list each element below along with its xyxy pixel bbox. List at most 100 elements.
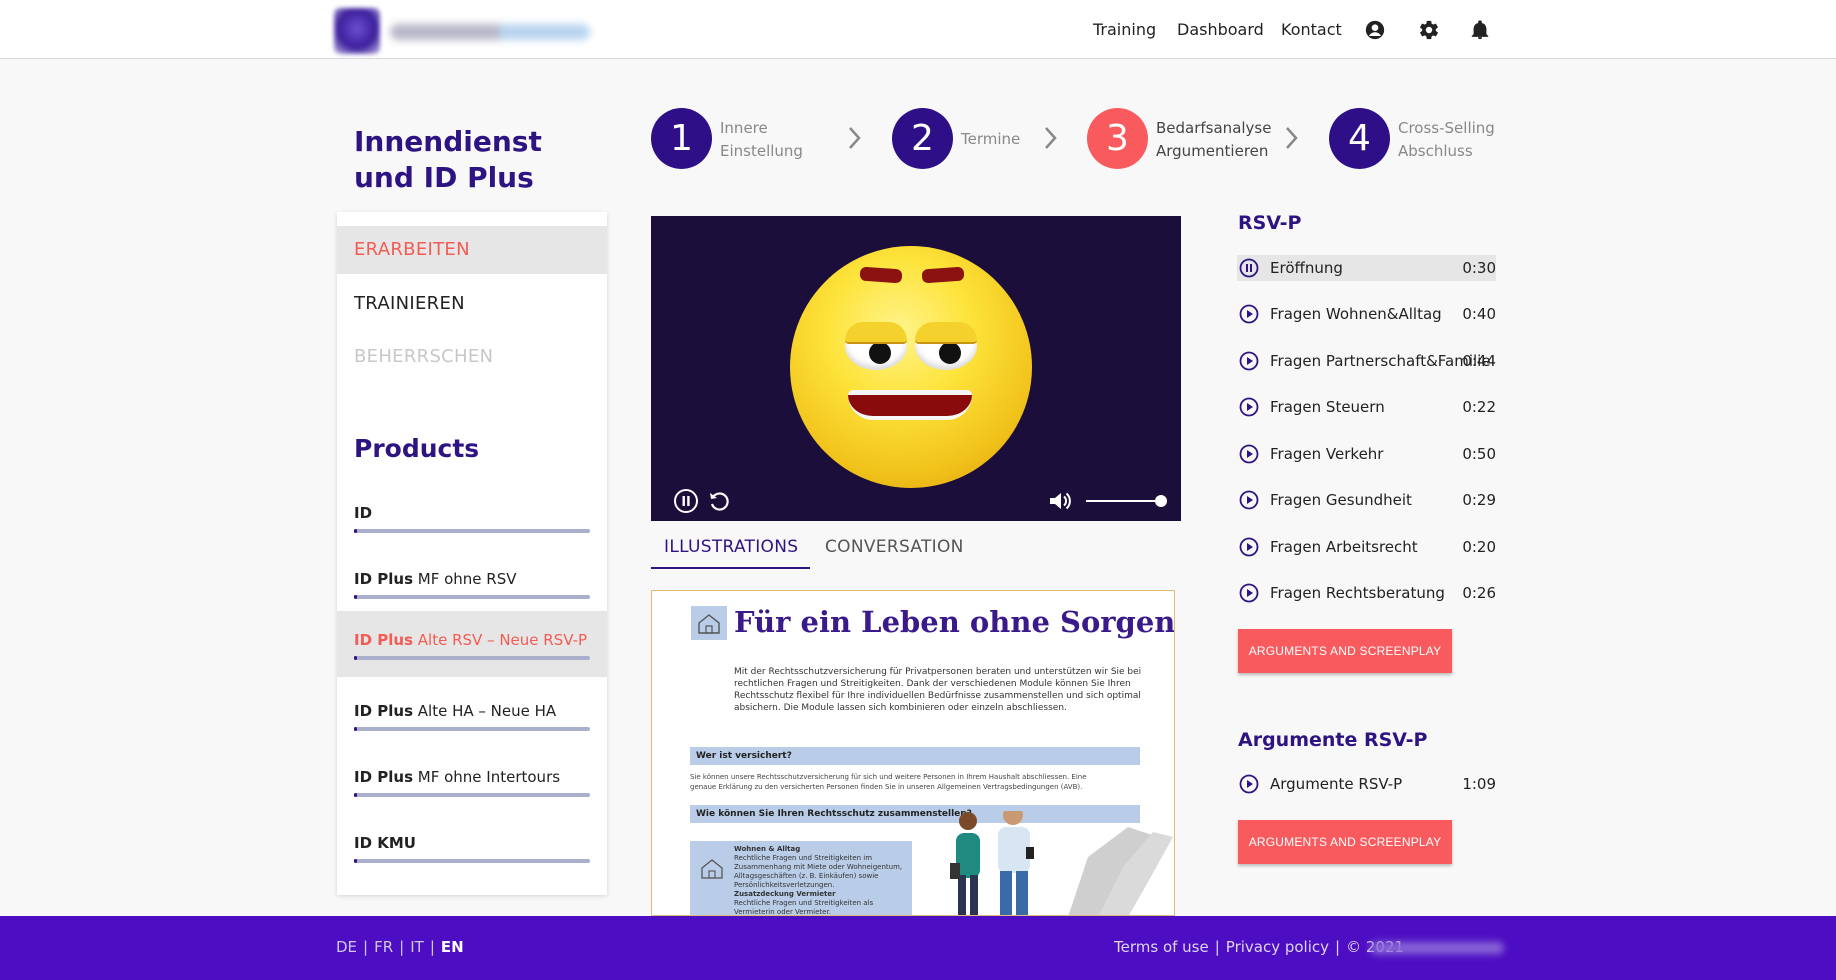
replay-icon[interactable] [706, 488, 732, 514]
legal-separator: | [1214, 938, 1220, 956]
bell-icon[interactable] [1469, 19, 1491, 41]
legal-separator: | [1335, 938, 1341, 956]
playlist-item-title: Fragen Arbeitsrecht [1270, 538, 1418, 556]
course-title: Innendienst und ID Plus [354, 125, 542, 194]
product-label: ID KMU [354, 834, 416, 852]
products-heading: Products [354, 434, 480, 463]
product-item-id[interactable]: ID [337, 490, 607, 556]
playlist-item-steuern[interactable]: Fragen Steuern 0:22 [1237, 394, 1496, 420]
playlist-title-argumente: Argumente RSV-P [1238, 729, 1428, 751]
product-progress-bar [354, 859, 590, 863]
playlist-item-eroeffnung[interactable]: Eröffnung 0:30 [1237, 255, 1496, 281]
legal-links: Terms of use|Privacy policy|© 2021 [1114, 938, 1404, 956]
couple-illustration [950, 811, 1173, 915]
playlist-item-duration: 0:29 [1462, 491, 1496, 509]
tab-illustrations[interactable]: ILLUSTRATIONS [664, 537, 798, 557]
nav-link-training[interactable]: Training [1093, 20, 1156, 39]
emoji-eye [915, 322, 977, 370]
playlist-item-argumente-rsv-p[interactable]: Argumente RSV-P 1:09 [1237, 771, 1496, 797]
nav-link-dashboard[interactable]: Dashboard [1177, 20, 1264, 39]
product-progress-bar [354, 529, 590, 533]
privacy-link[interactable]: Privacy policy [1226, 938, 1329, 956]
product-progress-fill [354, 529, 357, 533]
chevron-right-icon [1286, 127, 1298, 149]
sidebar: ERARBEITEN TRAINIEREN BEHERRSCHEN Produc… [337, 212, 607, 895]
lang-fr[interactable]: FR [374, 938, 393, 956]
mode-beherrschen: BEHERRSCHEN [354, 346, 494, 367]
step-label: Bedarfsanalyse Argumentieren [1156, 119, 1272, 160]
footer: DE | FR | IT | EN Terms of use | Privacy policy |… [0, 916, 1836, 980]
mode-trainieren[interactable]: TRAINIEREN [337, 280, 607, 328]
house-icon [691, 606, 727, 640]
playlist-item-duration: 0:20 [1462, 538, 1496, 556]
lang-separator: | [429, 938, 435, 956]
nav-link-kontact[interactable]: Kontact [1281, 20, 1342, 39]
emoji-brow [921, 266, 965, 284]
gear-icon[interactable] [1418, 19, 1440, 41]
lang-it[interactable]: IT [410, 938, 424, 956]
volume-slider-handle[interactable] [1155, 495, 1167, 507]
volume-icon[interactable] [1047, 488, 1073, 514]
tab-conversation[interactable]: CONVERSATION [825, 537, 964, 557]
company-logo[interactable] [330, 8, 598, 54]
lang-de[interactable]: DE [336, 938, 357, 956]
step-number: 4 [1329, 108, 1390, 169]
language-switcher: DE | FR | IT | EN [336, 938, 464, 956]
step-number: 1 [651, 108, 712, 169]
product-progress-bar [354, 656, 590, 660]
playlist-item-wohnen-alltag[interactable]: Fragen Wohnen&Alltag 0:40 [1237, 301, 1496, 327]
illustration-intro-text: Mit der Rechtsschutzversicherung für Pri… [734, 667, 1142, 713]
house-outline-icon [701, 859, 723, 879]
terms-link[interactable]: Terms of use [1114, 938, 1209, 956]
product-item-id-plus-mf-ohne-intertours[interactable]: ID Plus MF ohne Intertours [337, 754, 607, 820]
chevron-right-icon [849, 127, 861, 149]
logo-mark [334, 8, 380, 54]
product-progress-bar [354, 595, 590, 599]
play-circle-icon [1239, 583, 1259, 603]
illustration-panel[interactable]: Für ein Leben ohne Sorgen Mit der Rechts… [651, 590, 1175, 916]
account-icon[interactable] [1364, 19, 1386, 41]
playlist-item-title: Fragen Wohnen&Alltag [1270, 305, 1442, 323]
playlist-item-gesundheit[interactable]: Fragen Gesundheit 0:29 [1237, 487, 1496, 513]
play-circle-icon [1239, 397, 1259, 417]
playlist-item-verkehr[interactable]: Fragen Verkehr 0:50 [1237, 441, 1496, 467]
lang-en[interactable]: EN [441, 938, 464, 956]
product-progress-fill [354, 656, 357, 660]
emoji-lid [915, 322, 977, 344]
product-progress-fill [354, 727, 357, 731]
play-circle-icon [1239, 490, 1259, 510]
playlist-item-title: Fragen Steuern [1270, 398, 1385, 416]
playlist-item-rechtsberatung[interactable]: Fragen Rechtsberatung 0:26 [1237, 580, 1496, 606]
company-name-blurred [1370, 942, 1504, 954]
product-label: ID Plus Alte HA – Neue HA [354, 702, 557, 720]
video-player[interactable] [651, 216, 1181, 521]
play-circle-icon [1239, 774, 1259, 794]
step-label: Innere Einstellung [720, 119, 803, 160]
playlist-item-arbeitsrecht[interactable]: Fragen Arbeitsrecht 0:20 [1237, 534, 1496, 560]
chevron-right-icon [1045, 127, 1057, 149]
product-item-id-kmu[interactable]: ID KMU [337, 820, 607, 886]
active-tab-indicator [651, 567, 810, 569]
product-item-id-plus-alte-ha[interactable]: ID Plus Alte HA – Neue HA [337, 688, 607, 754]
product-label: ID [354, 504, 373, 522]
product-progress-fill [354, 859, 357, 863]
product-label: ID Plus MF ohne Intertours [354, 768, 561, 786]
playlist-item-duration: 0:26 [1462, 584, 1496, 602]
playlist-item-partnerschaft-familie[interactable]: Fragen Partnerschaft&Familie 0:44 [1237, 348, 1496, 374]
volume-slider[interactable] [1086, 500, 1160, 502]
product-progress-bar [354, 793, 590, 797]
step-label: Cross-Selling Abschluss [1398, 119, 1495, 160]
playlist-item-duration: 0:44 [1462, 352, 1496, 370]
arguments-screenplay-button[interactable]: ARGUMENTS AND SCREENPLAY [1238, 820, 1452, 864]
insured-text: Sie können unsere Rechtsschutzversicheru… [690, 773, 1087, 791]
mode-erarbeiten[interactable]: ERARBEITEN [337, 226, 607, 274]
pause-icon[interactable] [673, 488, 699, 514]
step-label: Termine [961, 130, 1021, 148]
product-item-id-plus-alte-rsv[interactable]: ID Plus Alte RSV – Neue RSV-P [337, 611, 607, 677]
arguments-screenplay-button[interactable]: ARGUMENTS AND SCREENPLAY [1238, 629, 1452, 673]
content-tabs: ILLUSTRATIONS CONVERSATION [651, 525, 1181, 569]
emoji-lid [845, 322, 907, 344]
play-circle-icon [1239, 304, 1259, 324]
top-navigation-bar: Training Dashboard Kontact [0, 0, 1836, 59]
emoji-pupil [869, 342, 891, 364]
